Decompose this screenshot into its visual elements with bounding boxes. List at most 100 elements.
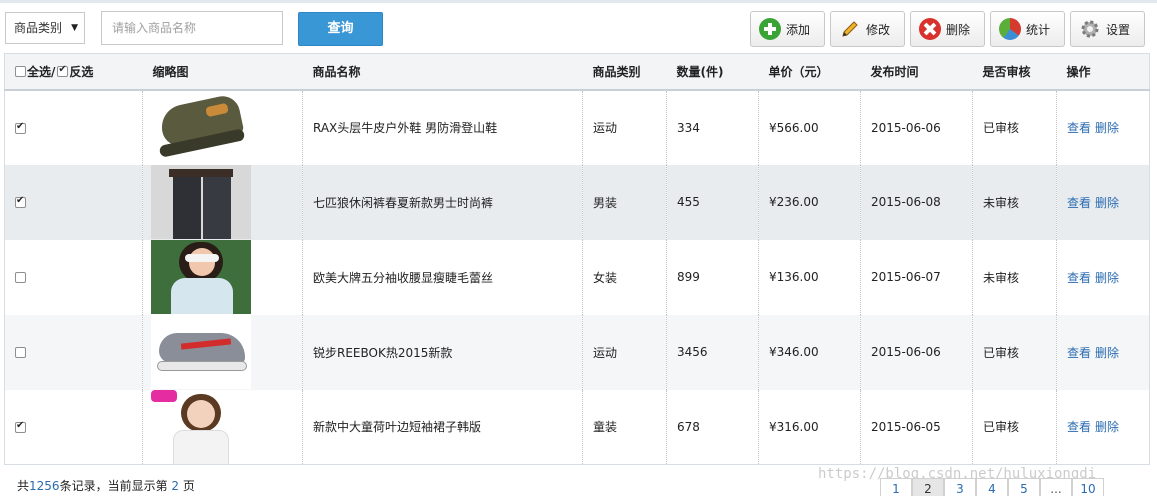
- add-button[interactable]: 添加: [750, 11, 825, 47]
- publish-date: 2015-06-06: [860, 314, 973, 390]
- row-operations: 查看 删除: [1056, 89, 1150, 165]
- invert-select-checkbox[interactable]: [57, 64, 69, 77]
- edit-button-label: 修改: [866, 22, 891, 37]
- pagination: 1 2 3 4 5 ... 10: [880, 478, 1104, 496]
- summary-suffix: 页: [182, 479, 195, 493]
- page-ellipsis: ...: [1040, 478, 1072, 496]
- header-price: 单价（元）: [758, 53, 861, 91]
- product-table: 全选/ 反选 缩略图 商品名称 商品类别 数量(件) 单价（元） 发布时间 是否…: [4, 53, 1150, 465]
- product-price: ¥316.00: [758, 389, 861, 465]
- edit-button[interactable]: 修改: [830, 11, 905, 47]
- header-qty: 数量(件): [666, 53, 759, 91]
- product-name: RAX头层牛皮户外鞋 男防滑登山鞋: [302, 89, 583, 165]
- toolbar: 商品类别 ▼ 查询 添加 修改 删除 统计 设置: [0, 3, 1157, 53]
- delete-link[interactable]: 删除: [1095, 420, 1119, 434]
- product-category: 童装: [582, 389, 667, 465]
- row-operations: 查看 删除: [1056, 314, 1150, 390]
- page-link[interactable]: 1: [880, 478, 912, 496]
- delete-button-label: 删除: [946, 22, 971, 37]
- product-name: 欧美大牌五分袖收腰显瘦睫毛蕾丝: [302, 239, 583, 315]
- product-category: 运动: [582, 89, 667, 165]
- table-header-row: 全选/ 反选 缩略图 商品名称 商品类别 数量(件) 单价（元） 发布时间 是否…: [4, 53, 1150, 91]
- view-link[interactable]: 查看: [1067, 196, 1091, 210]
- stats-button[interactable]: 统计: [990, 11, 1065, 47]
- invert-select-label: 反选: [69, 64, 94, 79]
- header-thumb: 缩略图: [142, 53, 303, 91]
- delete-button[interactable]: 删除: [910, 11, 985, 47]
- product-name-search-input[interactable]: [101, 11, 283, 45]
- table-row: 新款中大童荷叶边短袖裙子韩版 童装 678 ¥316.00 2015-06-05…: [5, 389, 1150, 465]
- product-name: 新款中大童荷叶边短袖裙子韩版: [302, 389, 583, 465]
- caret-down-icon: ▼: [71, 23, 78, 33]
- table-row: 锐步REEBOK热2015新款 运动 3456 ¥346.00 2015-06-…: [4, 314, 1150, 390]
- query-button[interactable]: 查询: [298, 12, 383, 46]
- header-name: 商品名称: [302, 53, 583, 91]
- page-link[interactable]: 5: [1008, 478, 1040, 496]
- product-thumbnail[interactable]: [151, 165, 251, 239]
- settings-button[interactable]: 设置: [1070, 11, 1145, 47]
- product-qty: 455: [666, 164, 759, 240]
- record-summary: 共1256条记录，当前显示第 2 页: [17, 477, 195, 494]
- row-checkbox[interactable]: [15, 121, 26, 134]
- pencil-icon: [839, 18, 861, 40]
- category-select-value: 商品类别: [14, 21, 63, 35]
- delete-link[interactable]: 删除: [1095, 196, 1119, 210]
- row-checkbox[interactable]: [15, 347, 26, 358]
- product-price: ¥566.00: [758, 89, 861, 165]
- delete-icon: [919, 18, 941, 40]
- settings-button-label: 设置: [1106, 22, 1131, 37]
- product-thumbnail[interactable]: [151, 90, 251, 165]
- row-operations: 查看 删除: [1056, 239, 1150, 315]
- table-row: 欧美大牌五分袖收腰显瘦睫毛蕾丝 女装 899 ¥136.00 2015-06-0…: [5, 239, 1150, 315]
- publish-date: 2015-06-05: [860, 389, 973, 465]
- current-page-number: 2: [171, 479, 180, 493]
- product-thumbnail[interactable]: [151, 389, 251, 464]
- product-thumbnail[interactable]: [151, 240, 251, 314]
- summary-mid: 条记录，当前显示第: [59, 479, 168, 493]
- audit-status: 已审核: [972, 314, 1057, 390]
- page-link-last[interactable]: 10: [1072, 478, 1104, 496]
- header-select: 全选/ 反选: [4, 53, 143, 91]
- delete-link[interactable]: 删除: [1095, 121, 1119, 135]
- view-link[interactable]: 查看: [1067, 420, 1091, 434]
- product-thumbnail[interactable]: [151, 315, 251, 389]
- select-all-checkbox[interactable]: [15, 65, 26, 77]
- header-date: 发布时间: [860, 53, 973, 91]
- header-audit: 是否审核: [972, 53, 1057, 91]
- product-qty: 899: [666, 239, 759, 315]
- publish-date: 2015-06-06: [860, 89, 973, 165]
- row-checkbox[interactable]: [15, 420, 26, 433]
- add-icon: [759, 18, 781, 40]
- view-link[interactable]: 查看: [1067, 346, 1091, 360]
- page-link-current[interactable]: 2: [912, 478, 944, 496]
- page-link[interactable]: 3: [944, 478, 976, 496]
- row-checkbox[interactable]: [15, 272, 26, 283]
- row-checkbox[interactable]: [15, 195, 26, 208]
- publish-date: 2015-06-08: [860, 164, 973, 240]
- product-price: ¥236.00: [758, 164, 861, 240]
- product-name: 七匹狼休闲裤春夏新款男士时尚裤: [302, 164, 583, 240]
- table-row: RAX头层牛皮户外鞋 男防滑登山鞋 运动 334 ¥566.00 2015-06…: [5, 89, 1150, 165]
- category-select[interactable]: 商品类别 ▼: [5, 12, 85, 44]
- delete-link[interactable]: 删除: [1095, 346, 1119, 360]
- table-row: 七匹狼休闲裤春夏新款男士时尚裤 男装 455 ¥236.00 2015-06-0…: [4, 164, 1150, 240]
- product-price: ¥136.00: [758, 239, 861, 315]
- add-button-label: 添加: [786, 22, 811, 37]
- row-operations: 查看 删除: [1056, 164, 1150, 240]
- delete-link[interactable]: 删除: [1095, 271, 1119, 285]
- header-category: 商品类别: [582, 53, 667, 91]
- audit-status: 已审核: [972, 89, 1057, 165]
- product-qty: 678: [666, 389, 759, 465]
- product-category: 男装: [582, 164, 667, 240]
- total-records: 1256: [29, 479, 60, 493]
- row-operations: 查看 删除: [1056, 389, 1150, 465]
- page-link[interactable]: 4: [976, 478, 1008, 496]
- product-qty: 3456: [666, 314, 759, 390]
- summary-prefix: 共: [17, 479, 30, 493]
- view-link[interactable]: 查看: [1067, 121, 1091, 135]
- gear-icon: [1079, 18, 1101, 40]
- audit-status: 未审核: [972, 164, 1057, 240]
- audit-status: 已审核: [972, 389, 1057, 465]
- view-link[interactable]: 查看: [1067, 271, 1091, 285]
- product-category: 运动: [582, 314, 667, 390]
